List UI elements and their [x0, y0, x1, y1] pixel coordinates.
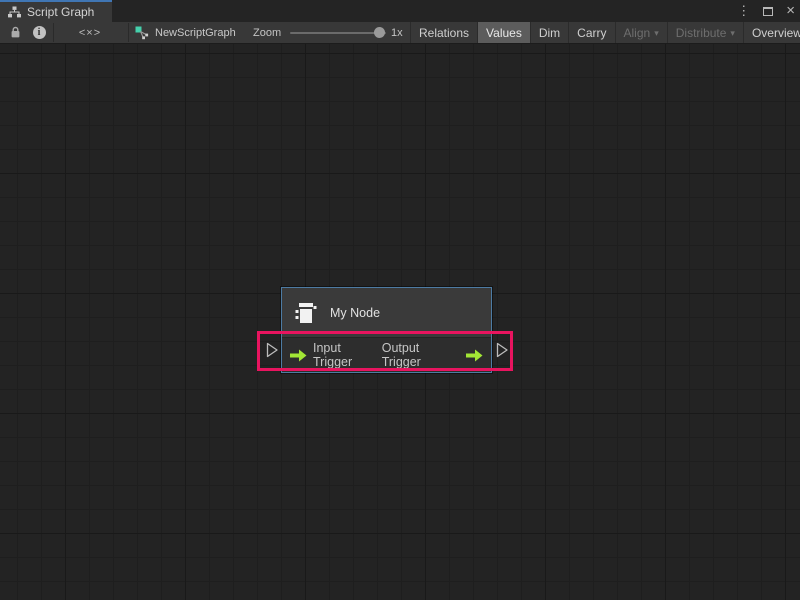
flow-arrow-icon	[290, 349, 307, 362]
tab-title: Script Graph	[27, 5, 94, 19]
script-graph-window: { "tab_bar": { "active_tab": { "title": …	[0, 0, 800, 600]
input-connection-triangle-icon[interactable]	[266, 342, 279, 358]
flow-arrow-icon	[466, 349, 483, 362]
zoom-control: Zoom	[253, 22, 281, 43]
unit-node-icon	[293, 300, 319, 326]
chevron-down-icon: ▾	[654, 28, 659, 39]
output-port-label: Output Trigger	[382, 341, 460, 369]
carry-button[interactable]: Carry	[568, 22, 614, 43]
graph-hierarchy-icon	[8, 6, 21, 18]
zoom-to-fit-icon: <×>	[79, 27, 101, 39]
align-dropdown[interactable]: Align ▾	[615, 22, 667, 43]
graph-asset[interactable]: NewScriptGraph	[135, 22, 236, 43]
zoom-slider-handle[interactable]	[374, 27, 385, 38]
tab-bar: Script Graph ⋮ ×	[0, 0, 800, 22]
distribute-dropdown[interactable]: Distribute ▾	[667, 22, 743, 43]
chevron-down-icon: ▾	[730, 28, 735, 39]
info-button[interactable]: i	[28, 22, 50, 43]
graph-canvas[interactable]: My Node Input Trigger Output Trigger	[0, 44, 800, 600]
lock-button[interactable]	[4, 22, 26, 43]
maximize-icon[interactable]	[763, 7, 773, 16]
values-button[interactable]: Values	[477, 22, 530, 43]
window-controls: ⋮ ×	[737, 0, 795, 22]
input-port-label: Input Trigger	[313, 341, 382, 369]
script-graph-asset-icon	[135, 26, 149, 40]
node-my-node[interactable]: My Node Input Trigger Output Trigger	[281, 287, 492, 373]
input-trigger-port[interactable]: Input Trigger	[290, 341, 382, 369]
close-icon[interactable]: ×	[786, 0, 795, 22]
zoom-label: Zoom	[253, 27, 281, 39]
overview-button[interactable]: Overview	[743, 22, 800, 43]
toolbar-button-group: Relations Values Dim Carry Align ▾ Distr…	[410, 22, 800, 43]
node-title: My Node	[330, 306, 380, 320]
toolbar-separator	[128, 23, 129, 42]
graph-name-label: NewScriptGraph	[155, 27, 236, 39]
zoom-value-wrap: 1x	[391, 22, 403, 43]
dim-button[interactable]: Dim	[530, 22, 568, 43]
info-icon: i	[33, 26, 46, 39]
node-port-row: Input Trigger Output Trigger	[282, 337, 491, 372]
graph-toolbar: i <×> NewScriptGraph Zoom 1x Relations V…	[0, 22, 800, 44]
padlock-icon	[10, 26, 21, 39]
window-menu-icon[interactable]: ⋮	[737, 0, 750, 22]
node-header[interactable]: My Node	[282, 288, 491, 337]
relations-button[interactable]: Relations	[410, 22, 477, 43]
zoom-to-fit-button[interactable]: <×>	[54, 22, 126, 43]
output-connection-triangle-icon[interactable]	[496, 342, 509, 358]
tab-script-graph[interactable]: Script Graph	[0, 0, 112, 22]
output-trigger-port[interactable]: Output Trigger	[382, 341, 483, 369]
zoom-slider-track[interactable]	[290, 32, 386, 34]
zoom-value: 1x	[391, 27, 403, 39]
